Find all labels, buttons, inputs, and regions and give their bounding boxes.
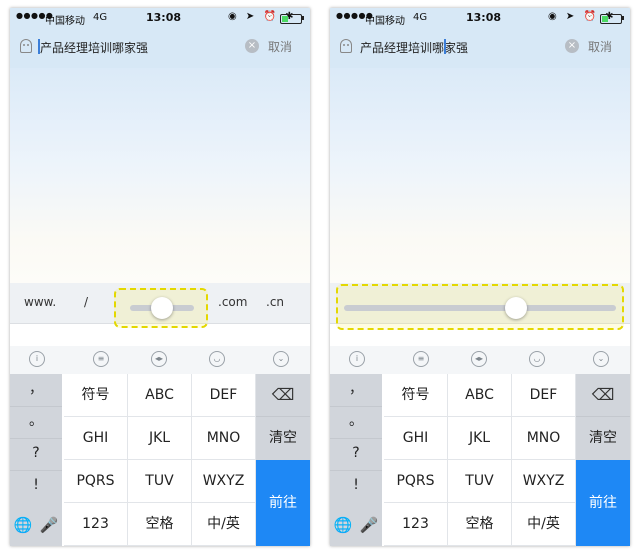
question-key[interactable]: ?: [10, 438, 62, 471]
ghost-icon: [340, 39, 352, 53]
key-symbols[interactable]: 符号: [64, 374, 128, 417]
carrier-name: 中国移动: [45, 16, 85, 27]
keyboard-toolbar: i ≡ ◂▸ ◡ ⌄: [10, 346, 310, 374]
period-key[interactable]: 。: [10, 406, 62, 439]
globe-icon[interactable]: 🌐: [10, 504, 36, 546]
period-key[interactable]: 。: [330, 406, 382, 439]
phone-screen-left: ●●●●● 中国移动 4G 13:08 ◉ ➤ ⏰ ✱ 产品经理培训哪家强 × …: [10, 8, 310, 546]
key-space[interactable]: 空格: [128, 503, 192, 546]
status-bar: ●●●●● 中国移动 4G 13:08 ◉ ➤ ⏰ ✱: [10, 8, 310, 28]
go-button[interactable]: 前往: [576, 460, 630, 546]
clear-icon[interactable]: ×: [245, 39, 259, 53]
key-ghi[interactable]: GHI: [384, 417, 448, 460]
ghost-icon: [20, 39, 32, 53]
network-type: 4G: [93, 12, 108, 23]
search-input[interactable]: 产品经理培训哪家强: [40, 39, 148, 56]
key-space[interactable]: 空格: [448, 503, 512, 546]
url-shortcut-bar: www. / .com .cn: [10, 283, 310, 328]
mic-icon[interactable]: 🎤: [36, 504, 62, 546]
battery-icon: [600, 14, 622, 24]
key-def[interactable]: DEF: [512, 374, 576, 417]
collapse-icon[interactable]: ⌄: [273, 351, 289, 367]
key-jkl[interactable]: JKL: [448, 417, 512, 460]
text-cursor: [444, 39, 446, 54]
key-abc[interactable]: ABC: [448, 374, 512, 417]
key-lang-switch[interactable]: 中/英: [192, 503, 256, 546]
web-content: [10, 68, 310, 283]
go-button[interactable]: 前往: [256, 460, 310, 546]
web-content: [330, 68, 630, 283]
key-def[interactable]: DEF: [192, 374, 256, 417]
key-symbols[interactable]: 符号: [384, 374, 448, 417]
slash-key[interactable]: /: [84, 295, 88, 309]
key-pqrs[interactable]: PQRS: [384, 460, 448, 503]
globe-icon[interactable]: 🌐: [330, 504, 356, 546]
cursor-move-icon[interactable]: ◂▸: [151, 351, 167, 367]
url-shortcut-bar: [330, 283, 630, 330]
keyboard: ， 。 ? ! 🌐 🎤 符号 ABC DEF GHI JKL MNO PQRS …: [330, 374, 630, 546]
delete-icon[interactable]: ⌫: [256, 374, 310, 417]
phone-screen-right: ●●●●● 中国移动 4G 13:08 ◉ ➤ ⏰ ✱ 产品经理培训哪家强 × …: [330, 8, 630, 546]
status-time: 13:08: [146, 11, 182, 24]
key-123[interactable]: 123: [64, 503, 128, 546]
cursor-move-icon[interactable]: ◂▸: [471, 351, 487, 367]
comma-key[interactable]: ，: [10, 374, 62, 407]
comma-key[interactable]: ，: [330, 374, 382, 407]
clear-all-key[interactable]: 清空: [576, 417, 630, 460]
clear-icon[interactable]: ×: [565, 39, 579, 53]
header: ●●●●● 中国移动 4G 13:08 ◉ ➤ ⏰ ✱ 产品经理培训哪家强 × …: [10, 8, 310, 68]
ifly-icon[interactable]: i: [349, 351, 365, 367]
network-type: 4G: [413, 12, 428, 23]
emoji-icon[interactable]: ◡: [529, 351, 545, 367]
exclamation-key[interactable]: !: [330, 470, 382, 502]
keyboard-toolbar: i ≡ ◂▸ ◡ ⌄: [330, 346, 630, 374]
key-tuv[interactable]: TUV: [448, 460, 512, 503]
battery-tip: [622, 16, 624, 20]
cancel-button[interactable]: 取消: [588, 38, 612, 55]
key-jkl[interactable]: JKL: [128, 417, 192, 460]
status-time: 13:08: [466, 11, 502, 24]
question-key[interactable]: ?: [330, 438, 382, 471]
key-wxyz[interactable]: WXYZ: [512, 460, 576, 503]
key-pqrs[interactable]: PQRS: [64, 460, 128, 503]
key-lang-switch[interactable]: 中/英: [512, 503, 576, 546]
key-abc[interactable]: ABC: [128, 374, 192, 417]
status-bar: ●●●●● 中国移动 4G 13:08 ◉ ➤ ⏰ ✱: [330, 8, 630, 28]
battery-tip: [302, 16, 304, 20]
exclamation-key[interactable]: !: [10, 470, 62, 502]
carrier-name: 中国移动: [365, 16, 405, 27]
cursor-slider-track[interactable]: [344, 305, 616, 311]
battery-icon: [280, 14, 302, 24]
key-tuv[interactable]: TUV: [128, 460, 192, 503]
clear-all-key[interactable]: 清空: [256, 417, 310, 460]
key-wxyz[interactable]: WXYZ: [192, 460, 256, 503]
collapse-icon[interactable]: ⌄: [593, 351, 609, 367]
chat-icon[interactable]: ≡: [93, 351, 109, 367]
cancel-button[interactable]: 取消: [268, 38, 292, 55]
key-ghi[interactable]: GHI: [64, 417, 128, 460]
cursor-slider-thumb[interactable]: [505, 297, 527, 319]
dotcom-key[interactable]: .com: [218, 295, 247, 309]
www-key[interactable]: www.: [24, 295, 56, 309]
emoji-icon[interactable]: ◡: [209, 351, 225, 367]
key-123[interactable]: 123: [384, 503, 448, 546]
punctuation-column: ， 。 ? !: [330, 374, 382, 504]
search-input[interactable]: 产品经理培训哪家强: [360, 39, 468, 56]
keyboard: ， 。 ? ! 🌐 🎤 符号 ABC DEF GHI JKL MNO PQRS …: [10, 374, 310, 546]
header: ●●●●● 中国移动 4G 13:08 ◉ ➤ ⏰ ✱ 产品经理培训哪家强 × …: [330, 8, 630, 68]
ifly-icon[interactable]: i: [29, 351, 45, 367]
cursor-slider-thumb[interactable]: [151, 297, 173, 319]
key-mno[interactable]: MNO: [192, 417, 256, 460]
dotcn-key[interactable]: .cn: [266, 295, 284, 309]
punctuation-column: ， 。 ? !: [10, 374, 62, 504]
mic-icon[interactable]: 🎤: [356, 504, 382, 546]
chat-icon[interactable]: ≡: [413, 351, 429, 367]
delete-icon[interactable]: ⌫: [576, 374, 630, 417]
key-mno[interactable]: MNO: [512, 417, 576, 460]
